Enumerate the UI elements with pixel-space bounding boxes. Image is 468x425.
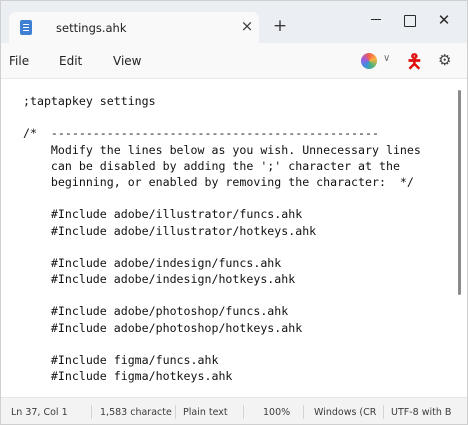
code-line[interactable]: #Include figma/hotkeys.ahk (23, 368, 455, 384)
copilot-icon[interactable] (361, 53, 377, 69)
status-divider (303, 405, 304, 419)
line-ending[interactable]: Windows (CR (314, 407, 381, 418)
code-line[interactable]: ;taptapkey settings (23, 93, 455, 109)
code-line[interactable]: can be disabled by adding the ';' charac… (23, 158, 455, 174)
status-divider (383, 405, 384, 419)
code-line[interactable] (23, 109, 455, 125)
tab-title: settings.ahk (56, 21, 127, 35)
file-format[interactable]: Plain text (183, 407, 228, 418)
code-line[interactable]: #Include adobe/photoshop/funcs.ahk (23, 303, 455, 319)
character-count: 1,583 characte (100, 407, 172, 418)
code-line[interactable]: /* -------------------------------------… (23, 125, 455, 141)
menu-view[interactable]: View (113, 54, 141, 68)
text-editor[interactable]: ;taptapkey settings /* ------------------… (1, 80, 467, 397)
close-window-button[interactable]: ✕ (424, 6, 464, 34)
close-tab-icon[interactable]: × (238, 17, 256, 35)
encoding[interactable]: UTF-8 with B (391, 407, 461, 418)
gear-icon[interactable]: ⚙ (438, 51, 451, 69)
code-line[interactable]: #Include adobe/illustrator/funcs.ahk (23, 206, 455, 222)
document-icon (20, 20, 32, 35)
code-line[interactable]: #Include adobe/indesign/funcs.ahk (23, 255, 455, 271)
maximize-button[interactable] (389, 6, 429, 34)
code-line[interactable]: #Include adobe/photoshop/hotkeys.ahk (23, 320, 455, 336)
zoom-level[interactable]: 100% (263, 407, 290, 418)
code-line[interactable]: #Include figma/funcs.ahk (23, 352, 455, 368)
cursor-position: Ln 37, Col 1 (11, 407, 68, 418)
notepad-window: settings.ahk × + ✕ File Edit View ∨ 🯅 ⚙ … (0, 0, 468, 425)
title-bar: settings.ahk × + ✕ (1, 1, 467, 43)
status-divider (175, 405, 176, 419)
vertical-scrollbar[interactable] (458, 90, 461, 295)
code-line[interactable] (23, 190, 455, 206)
status-divider (91, 405, 92, 419)
code-line[interactable] (23, 287, 455, 303)
code-line[interactable] (23, 239, 455, 255)
code-line[interactable]: #Include adobe/illustrator/hotkeys.ahk (23, 223, 455, 239)
chevron-down-icon[interactable]: ∨ (383, 53, 390, 64)
status-bar: Ln 37, Col 1 1,583 characte Plain text 1… (1, 397, 467, 424)
person-icon[interactable]: 🯅 (406, 48, 423, 80)
code-line[interactable] (23, 336, 455, 352)
menu-file[interactable]: File (9, 54, 29, 68)
status-divider (243, 405, 244, 419)
tab-settings[interactable]: settings.ahk × (9, 12, 259, 43)
code-line[interactable]: beginning, or enabled by removing the ch… (23, 174, 455, 190)
menu-edit[interactable]: Edit (59, 54, 82, 68)
menu-bar: File Edit View ∨ 🯅 ⚙ (1, 43, 467, 79)
code-line[interactable]: #Include adobe/indesign/hotkeys.ahk (23, 271, 455, 287)
editor-content[interactable]: ;taptapkey settings /* ------------------… (23, 93, 455, 384)
new-tab-button[interactable]: + (269, 16, 291, 38)
code-line[interactable]: Modify the lines below as you wish. Unne… (23, 142, 455, 158)
